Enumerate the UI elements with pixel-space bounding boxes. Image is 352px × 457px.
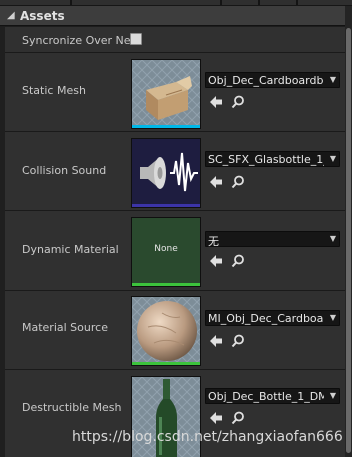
back-arrow-icon[interactable] <box>209 254 223 268</box>
combo-value: SC_SFX_Glasbottle_1_Cu <box>208 153 324 166</box>
asset-type-bar <box>132 125 200 128</box>
back-arrow-icon[interactable] <box>209 411 223 425</box>
static-mesh-combo[interactable]: Obj_Dec_Cardboardbox_ ▼ <box>205 72 340 88</box>
watermark-text: https://blog.csdn.net/zhangxiaofan666 <box>72 429 343 445</box>
property-label: Syncronize Over Net <box>22 34 135 47</box>
search-icon[interactable] <box>231 334 245 348</box>
dropdown-icon: ▼ <box>329 75 336 84</box>
destructible-mesh-combo[interactable]: Obj_Dec_Bottle_1_DM ▼ <box>205 388 340 404</box>
property-label: Dynamic Material <box>22 243 119 256</box>
search-icon[interactable] <box>231 175 245 189</box>
asset-actions <box>209 334 253 348</box>
scrollbar-thumb[interactable] <box>346 28 351 453</box>
asset-actions <box>209 254 253 268</box>
row-collision-sound: Collision Sound SC_SFX_Glasbottle_1_Cu ▼ <box>5 132 345 211</box>
row-dynamic-material: Dynamic Material None 无 ▼ <box>5 211 345 291</box>
combo-value: MI_Obj_Dec_Cardboard_ <box>208 312 324 325</box>
collision-sound-thumbnail[interactable] <box>131 138 201 208</box>
asset-actions <box>209 175 253 189</box>
speaker-waveform-icon <box>132 139 200 207</box>
material-sphere-icon <box>132 297 200 365</box>
dynamic-material-thumbnail[interactable]: None <box>131 217 201 287</box>
asset-actions <box>209 95 253 109</box>
combo-value: Obj_Dec_Bottle_1_DM <box>208 390 324 403</box>
asset-actions <box>209 411 253 425</box>
property-label: Static Mesh <box>22 84 86 97</box>
dropdown-icon: ▼ <box>329 234 336 243</box>
dropdown-icon: ▼ <box>329 313 336 322</box>
collapse-arrow-icon[interactable]: ◢ <box>7 10 15 21</box>
dropdown-icon: ▼ <box>329 154 336 163</box>
asset-type-bar <box>132 362 200 365</box>
bottle-icon <box>132 377 200 457</box>
property-label: Collision Sound <box>22 164 107 177</box>
material-source-combo[interactable]: MI_Obj_Dec_Cardboard_ ▼ <box>205 310 340 326</box>
row-static-mesh: Static Mesh Obj_Dec_Cardboardbox_ ▼ <box>5 53 345 132</box>
assets-category-header[interactable]: ◢ Assets <box>0 6 345 26</box>
row-material-source: Material Source MI_Obj_Dec_Cardboard_ ▼ <box>5 291 345 370</box>
search-icon[interactable] <box>231 95 245 109</box>
thumbnail-none-text: None <box>154 244 178 254</box>
property-label: Material Source <box>22 321 108 334</box>
back-arrow-icon[interactable] <box>209 95 223 109</box>
search-icon[interactable] <box>231 411 245 425</box>
syncronize-checkbox[interactable] <box>130 33 142 45</box>
category-title: Assets <box>20 9 65 23</box>
combo-value: Obj_Dec_Cardboardbox_ <box>208 74 324 87</box>
property-label: Destructible Mesh <box>22 401 122 414</box>
back-arrow-icon[interactable] <box>209 175 223 189</box>
static-mesh-thumbnail[interactable] <box>131 59 201 129</box>
material-source-thumbnail[interactable] <box>131 296 201 366</box>
search-icon[interactable] <box>231 254 245 268</box>
asset-type-bar <box>132 204 200 207</box>
dropdown-icon: ▼ <box>329 391 336 400</box>
row-syncronize-over-net: Syncronize Over Net <box>5 27 345 53</box>
asset-type-bar <box>132 283 200 286</box>
collision-sound-combo[interactable]: SC_SFX_Glasbottle_1_Cu ▼ <box>205 151 340 167</box>
back-arrow-icon[interactable] <box>209 334 223 348</box>
combo-value: 无 <box>208 235 219 248</box>
cardboard-box-icon <box>132 60 200 128</box>
dynamic-material-combo[interactable]: 无 ▼ <box>205 231 340 248</box>
